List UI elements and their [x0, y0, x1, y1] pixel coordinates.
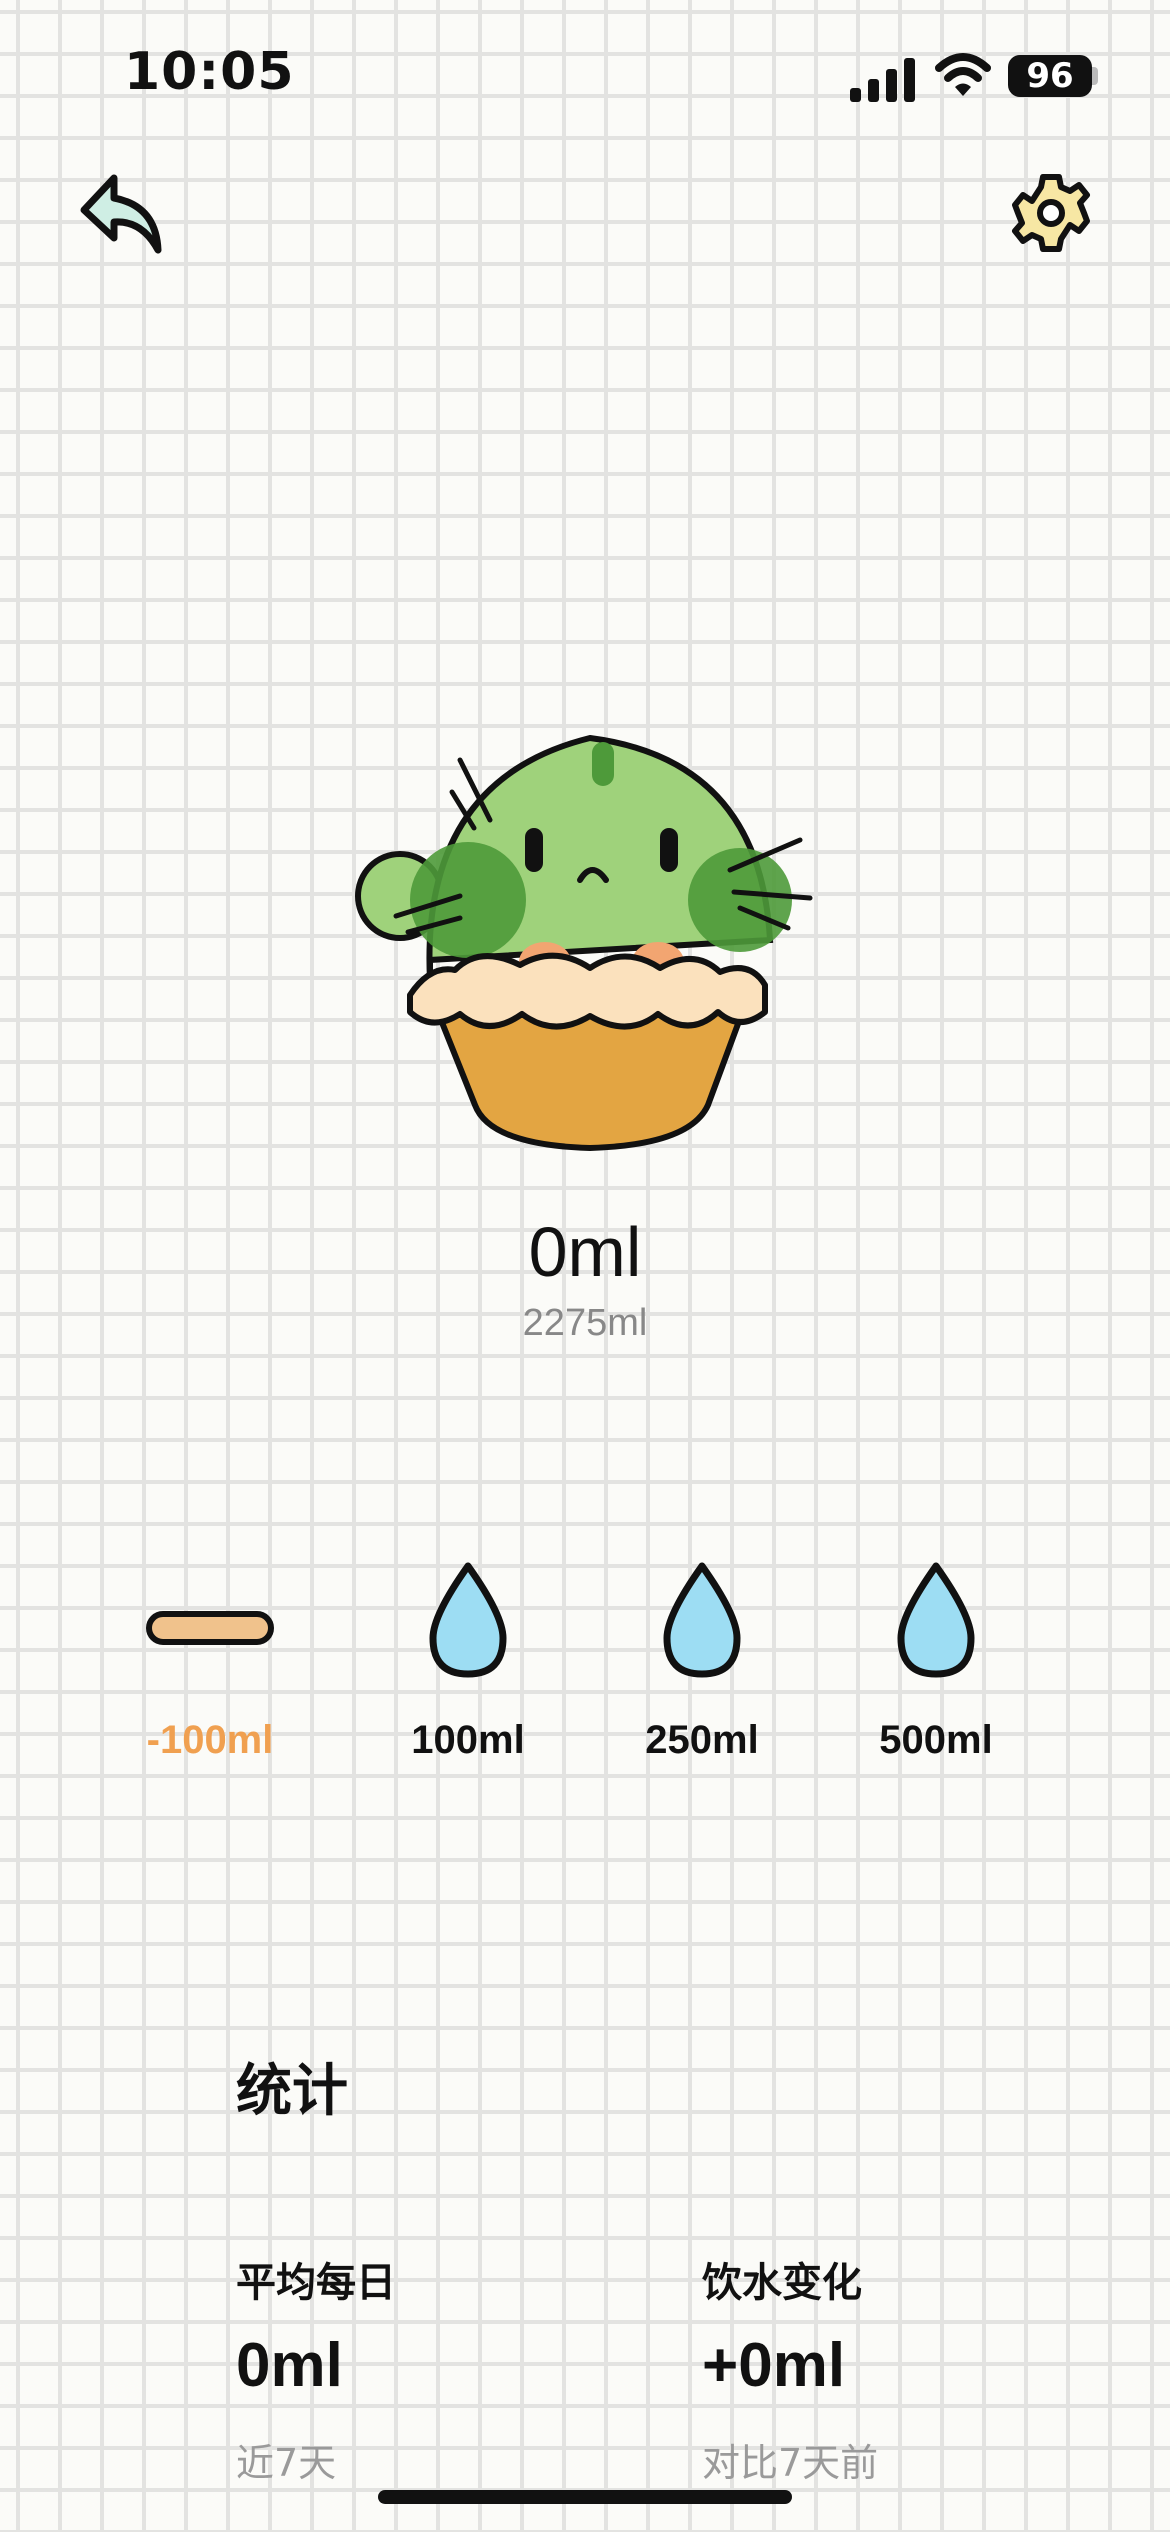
- signal-icon: [850, 58, 915, 102]
- stats-title: 统计: [236, 2059, 348, 2124]
- back-button[interactable]: [78, 168, 166, 256]
- add-250ml-label: 250ml: [645, 1718, 759, 1762]
- add-100ml-label: 100ml: [411, 1718, 525, 1762]
- settings-button[interactable]: [1008, 170, 1094, 256]
- cactus-mascot: [355, 734, 813, 1151]
- status-time: 10:05: [124, 42, 295, 102]
- add-100ml-button[interactable]: 100ml: [378, 1548, 558, 1778]
- minus-bar-icon: [146, 1611, 274, 1645]
- gear-icon: [1012, 174, 1090, 252]
- daily-goal: 2275ml: [522, 1302, 648, 1344]
- subtract-100ml-button[interactable]: -100ml: [120, 1548, 300, 1778]
- water-drop-icon: [663, 1562, 741, 1678]
- current-intake: 0ml: [528, 1213, 642, 1291]
- intake-change-compare: 对比7天前: [702, 2441, 879, 2485]
- battery-cap: [1092, 67, 1098, 85]
- intake-change-label: 饮水变化: [702, 2260, 862, 2306]
- battery-icon: 96: [1008, 55, 1092, 97]
- home-indicator[interactable]: [378, 2490, 792, 2504]
- intake-change-value: +0ml: [702, 2331, 846, 2400]
- wifi-icon: [935, 53, 991, 96]
- water-drop-icon: [429, 1562, 507, 1678]
- average-daily-value: 0ml: [236, 2331, 343, 2400]
- subtract-100ml-label: -100ml: [146, 1718, 274, 1762]
- add-500ml-button[interactable]: 500ml: [846, 1548, 1026, 1778]
- water-drop-icon: [897, 1562, 975, 1678]
- average-daily-label: 平均每日: [236, 2260, 396, 2306]
- battery-level: 96: [1026, 56, 1074, 96]
- average-daily-period: 近7天: [236, 2441, 337, 2485]
- undo-arrow-icon: [80, 174, 162, 254]
- add-500ml-label: 500ml: [879, 1718, 993, 1762]
- add-250ml-button[interactable]: 250ml: [612, 1548, 792, 1778]
